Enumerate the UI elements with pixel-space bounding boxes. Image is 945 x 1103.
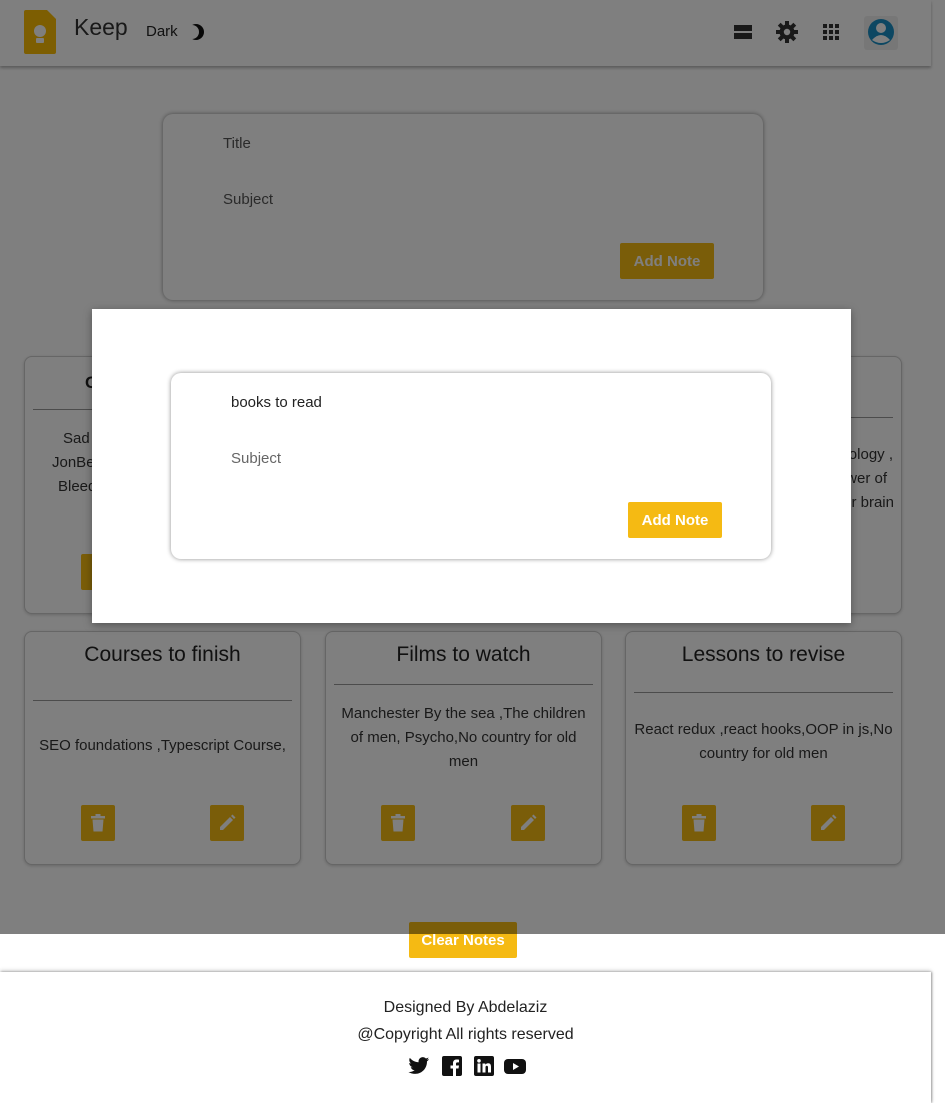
designed-by-text: Designed By Abdelaziz	[383, 999, 548, 1016]
youtube-icon[interactable]	[504, 1056, 526, 1076]
copyright-text: @Copyright All rights reserved	[357, 1026, 574, 1043]
modal-add-note-button[interactable]: Add Note	[628, 502, 722, 538]
modal-title-input[interactable]: books to read	[231, 394, 322, 411]
footer: Designed By Abdelaziz @Copyright All rig…	[0, 972, 931, 1103]
modal-subject-input[interactable]: Subject	[231, 450, 281, 467]
edit-note-modal: books to read Subject Add Note	[92, 309, 851, 623]
linkedin-icon[interactable]	[473, 1056, 495, 1076]
modal-note-form: books to read Subject Add Note	[171, 373, 771, 559]
twitter-icon[interactable]	[408, 1056, 430, 1076]
facebook-icon[interactable]	[441, 1056, 463, 1076]
